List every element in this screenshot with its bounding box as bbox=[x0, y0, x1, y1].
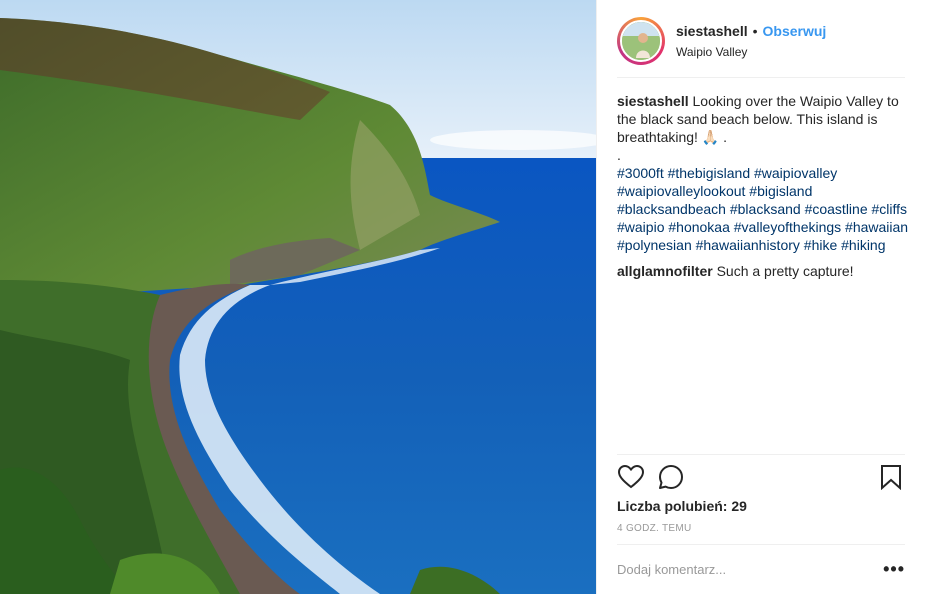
waipio-valley-photo bbox=[0, 0, 596, 594]
caption-hashtags[interactable]: #3000ft #thebigisland #waipiovalley #wai… bbox=[617, 164, 909, 254]
username-link[interactable]: siestashell bbox=[676, 23, 748, 39]
heart-icon bbox=[618, 464, 644, 488]
add-comment-bar: ••• bbox=[617, 544, 905, 594]
post-header: siestashell • Obserwuj Waipio Valley bbox=[617, 14, 905, 78]
post-sidebar: siestashell • Obserwuj Waipio Valley sie… bbox=[596, 0, 926, 594]
instagram-post: siestashell • Obserwuj Waipio Valley sie… bbox=[0, 0, 926, 594]
save-button[interactable] bbox=[877, 463, 905, 491]
follow-button[interactable]: Obserwuj bbox=[763, 23, 827, 39]
like-button[interactable] bbox=[617, 463, 645, 491]
bookmark-icon bbox=[881, 464, 901, 490]
caption-username[interactable]: siestashell bbox=[617, 93, 689, 109]
separator-dot: • bbox=[752, 22, 758, 39]
caption: siestashell Looking over the Waipio Vall… bbox=[617, 92, 909, 146]
speech-bubble-icon bbox=[659, 464, 683, 489]
more-options-button[interactable]: ••• bbox=[883, 559, 905, 580]
comment-button[interactable] bbox=[657, 463, 685, 491]
likes-count[interactable]: Liczba polubień: 29 bbox=[617, 498, 747, 514]
location-link[interactable]: Waipio Valley bbox=[676, 45, 826, 59]
comment-item: allglamnofilter Such a pretty capture! bbox=[617, 262, 909, 280]
comments-section: siestashell Looking over the Waipio Vall… bbox=[617, 92, 909, 280]
comment-username[interactable]: allglamnofilter bbox=[617, 263, 713, 279]
post-timestamp[interactable]: 4 GODZ. TEMU bbox=[617, 523, 692, 534]
comment-input[interactable] bbox=[617, 562, 884, 577]
avatar-photo bbox=[622, 21, 660, 60]
header-line: siestashell • Obserwuj bbox=[676, 23, 826, 39]
post-photo[interactable] bbox=[0, 0, 596, 594]
action-bar bbox=[617, 454, 905, 498]
story-ring[interactable] bbox=[617, 16, 665, 65]
caption-dot-line: . bbox=[617, 147, 621, 163]
avatar[interactable] bbox=[620, 19, 662, 62]
header-text: siestashell • Obserwuj Waipio Valley bbox=[676, 23, 826, 59]
comment-text: Such a pretty capture! bbox=[716, 263, 854, 279]
